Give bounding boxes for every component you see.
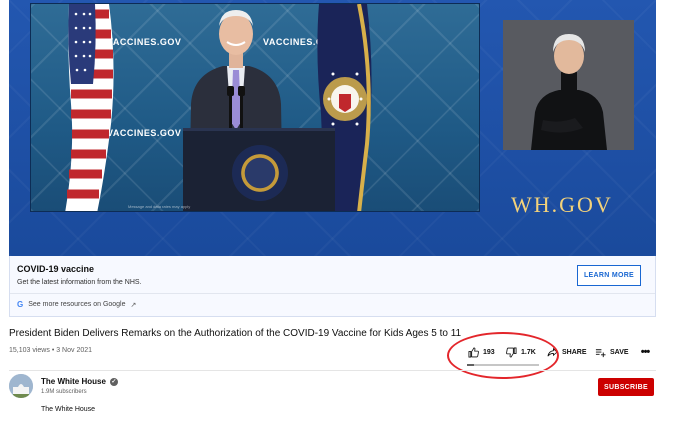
video-meta: 15,103 views • 3 Nov 2021 (9, 347, 92, 354)
learn-more-button[interactable]: LEARN MORE (577, 265, 641, 286)
more-resources-link[interactable]: G See more resources on Google ↗ (17, 300, 136, 309)
player-footnote: Message and data rates may apply (128, 204, 191, 209)
podium (183, 128, 335, 211)
channel-name-label: The White House (41, 377, 106, 386)
red-highlight-circle (447, 332, 559, 379)
meta-separator: • (51, 347, 55, 354)
interpreter-image (503, 20, 634, 150)
view-count: 15,103 views (9, 347, 50, 354)
subscribe-button[interactable]: SUBSCRIBE (598, 378, 654, 396)
info-panel-divider (10, 293, 655, 294)
playlist-add-icon (595, 348, 606, 357)
google-icon: G (17, 300, 24, 309)
channel-avatar[interactable] (9, 374, 33, 398)
info-panel-description: Get the latest information from the NHS. (17, 279, 142, 286)
more-actions-button[interactable]: ••• (639, 346, 651, 358)
main-video-frame: VACCINES.GOV VACCINES.GOV VACCINES.GOV M… (30, 3, 480, 212)
more-resources-label: See more resources on Google (28, 301, 126, 308)
verified-check-icon: ✓ (109, 377, 118, 386)
covid-info-panel: COVID-19 vaccine Get the latest informat… (9, 256, 656, 317)
video-title: President Biden Delivers Remarks on the … (9, 328, 462, 339)
subscriber-count: 1.9M subscribers (41, 389, 87, 395)
info-panel-title: COVID-19 vaccine (17, 264, 95, 274)
presidential-seal-icon (232, 145, 288, 201)
wh-gov-brand: WH.GOV (511, 192, 613, 217)
upload-date: 3 Nov 2021 (56, 347, 93, 354)
save-button[interactable]: SAVE (595, 347, 639, 358)
channel-name[interactable]: The White House ✓ (41, 377, 118, 386)
us-flag-image (65, 4, 114, 211)
video-description: The White House (41, 406, 96, 413)
external-link-icon: ↗ (130, 301, 137, 309)
save-label: SAVE (610, 348, 629, 356)
section-divider (9, 370, 656, 371)
interpreter-inset (503, 20, 634, 150)
white-house-avatar-icon (9, 374, 33, 398)
more-icon: ••• (640, 346, 651, 358)
video-player[interactable]: VACCINES.GOV VACCINES.GOV VACCINES.GOV M… (9, 0, 656, 256)
share-label: SHARE (562, 348, 587, 356)
